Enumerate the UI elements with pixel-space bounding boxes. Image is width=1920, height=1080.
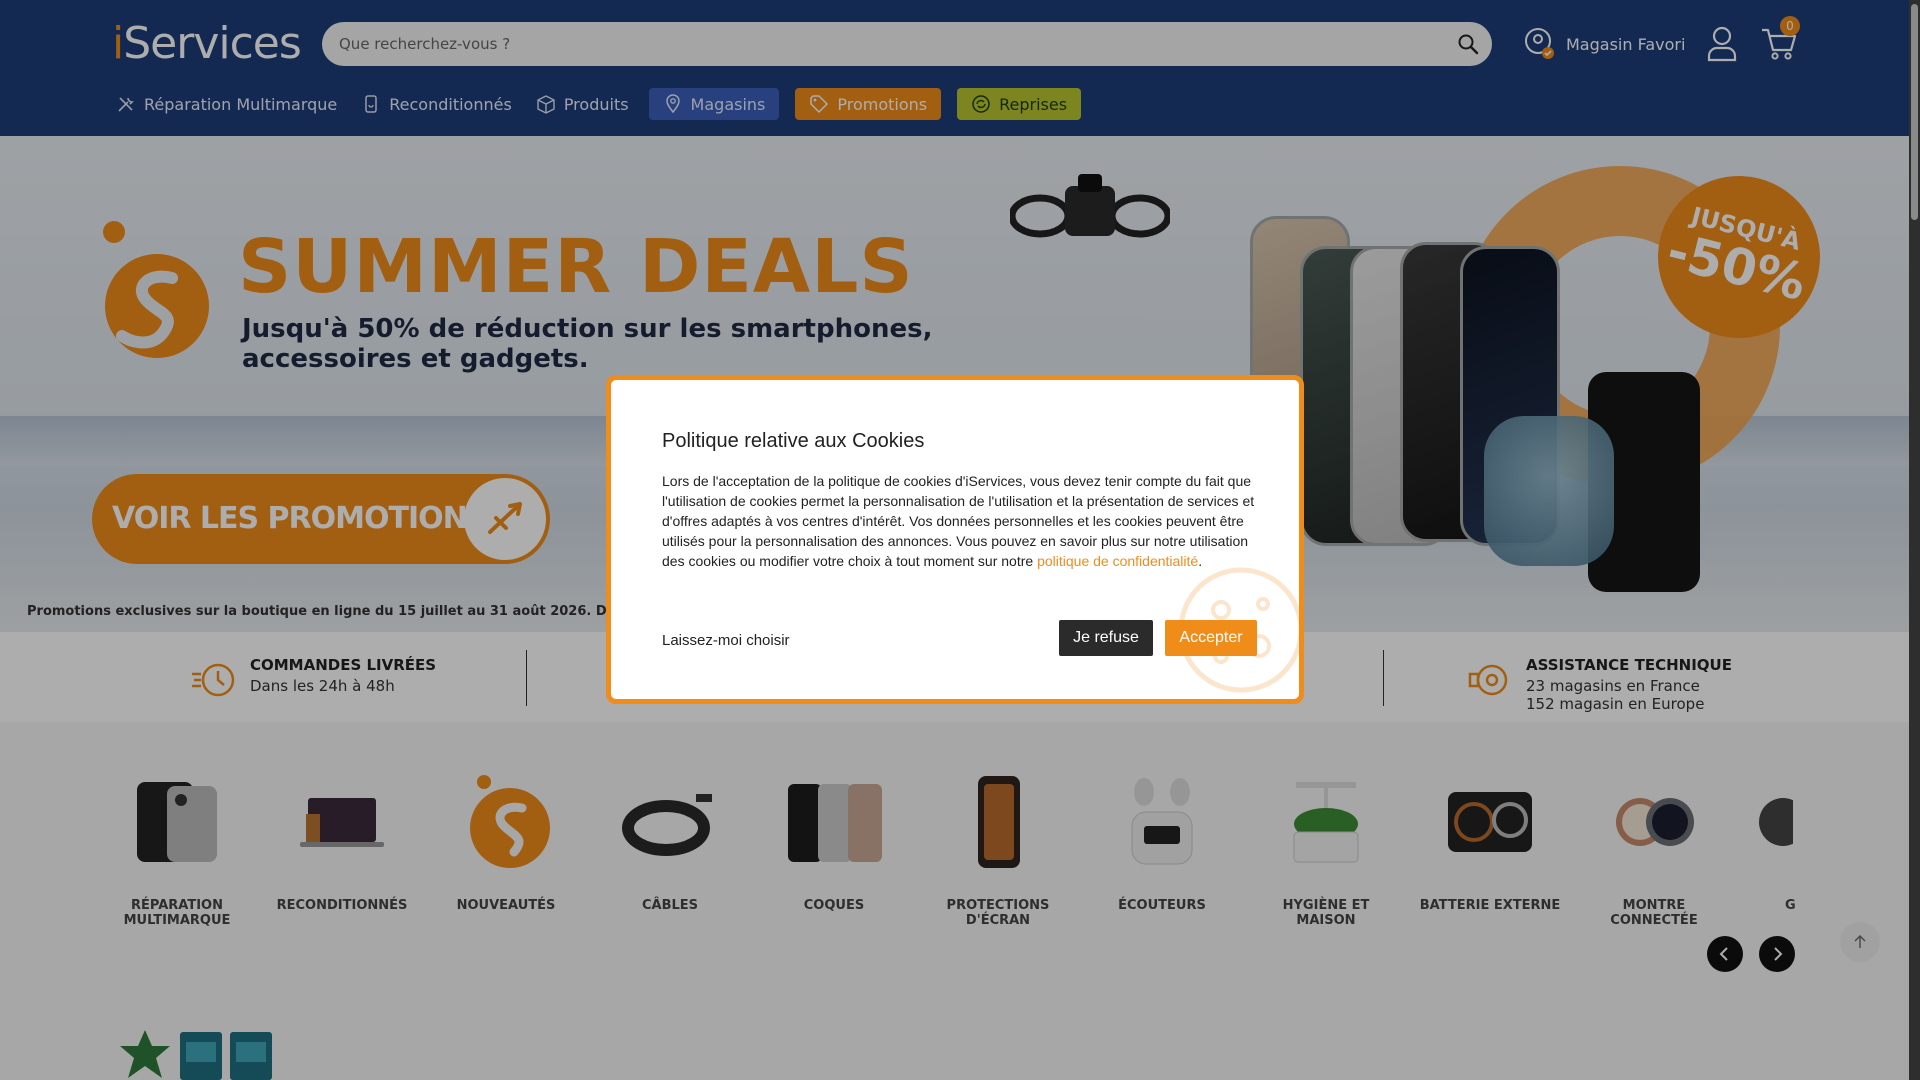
let-me-choose-link[interactable]: Laissez-moi choisir [662, 632, 790, 649]
cookie-dialog-period: . [1198, 553, 1203, 569]
scrollbar-thumb[interactable] [1911, 4, 1918, 220]
cookie-dialog-title: Politique relative aux Cookies [662, 430, 925, 452]
accept-cookies-button[interactable]: Accepter [1165, 620, 1257, 656]
refuse-cookies-button[interactable]: Je refuse [1059, 620, 1153, 656]
privacy-policy-link[interactable]: politique de confidentialité [1037, 553, 1198, 569]
cookie-consent-dialog: Politique relative aux Cookies Lors de l… [606, 375, 1304, 704]
cookie-dialog-body: Lors de l'acceptation de la politique de… [662, 471, 1262, 571]
page-scrollbar[interactable] [1909, 0, 1920, 1080]
